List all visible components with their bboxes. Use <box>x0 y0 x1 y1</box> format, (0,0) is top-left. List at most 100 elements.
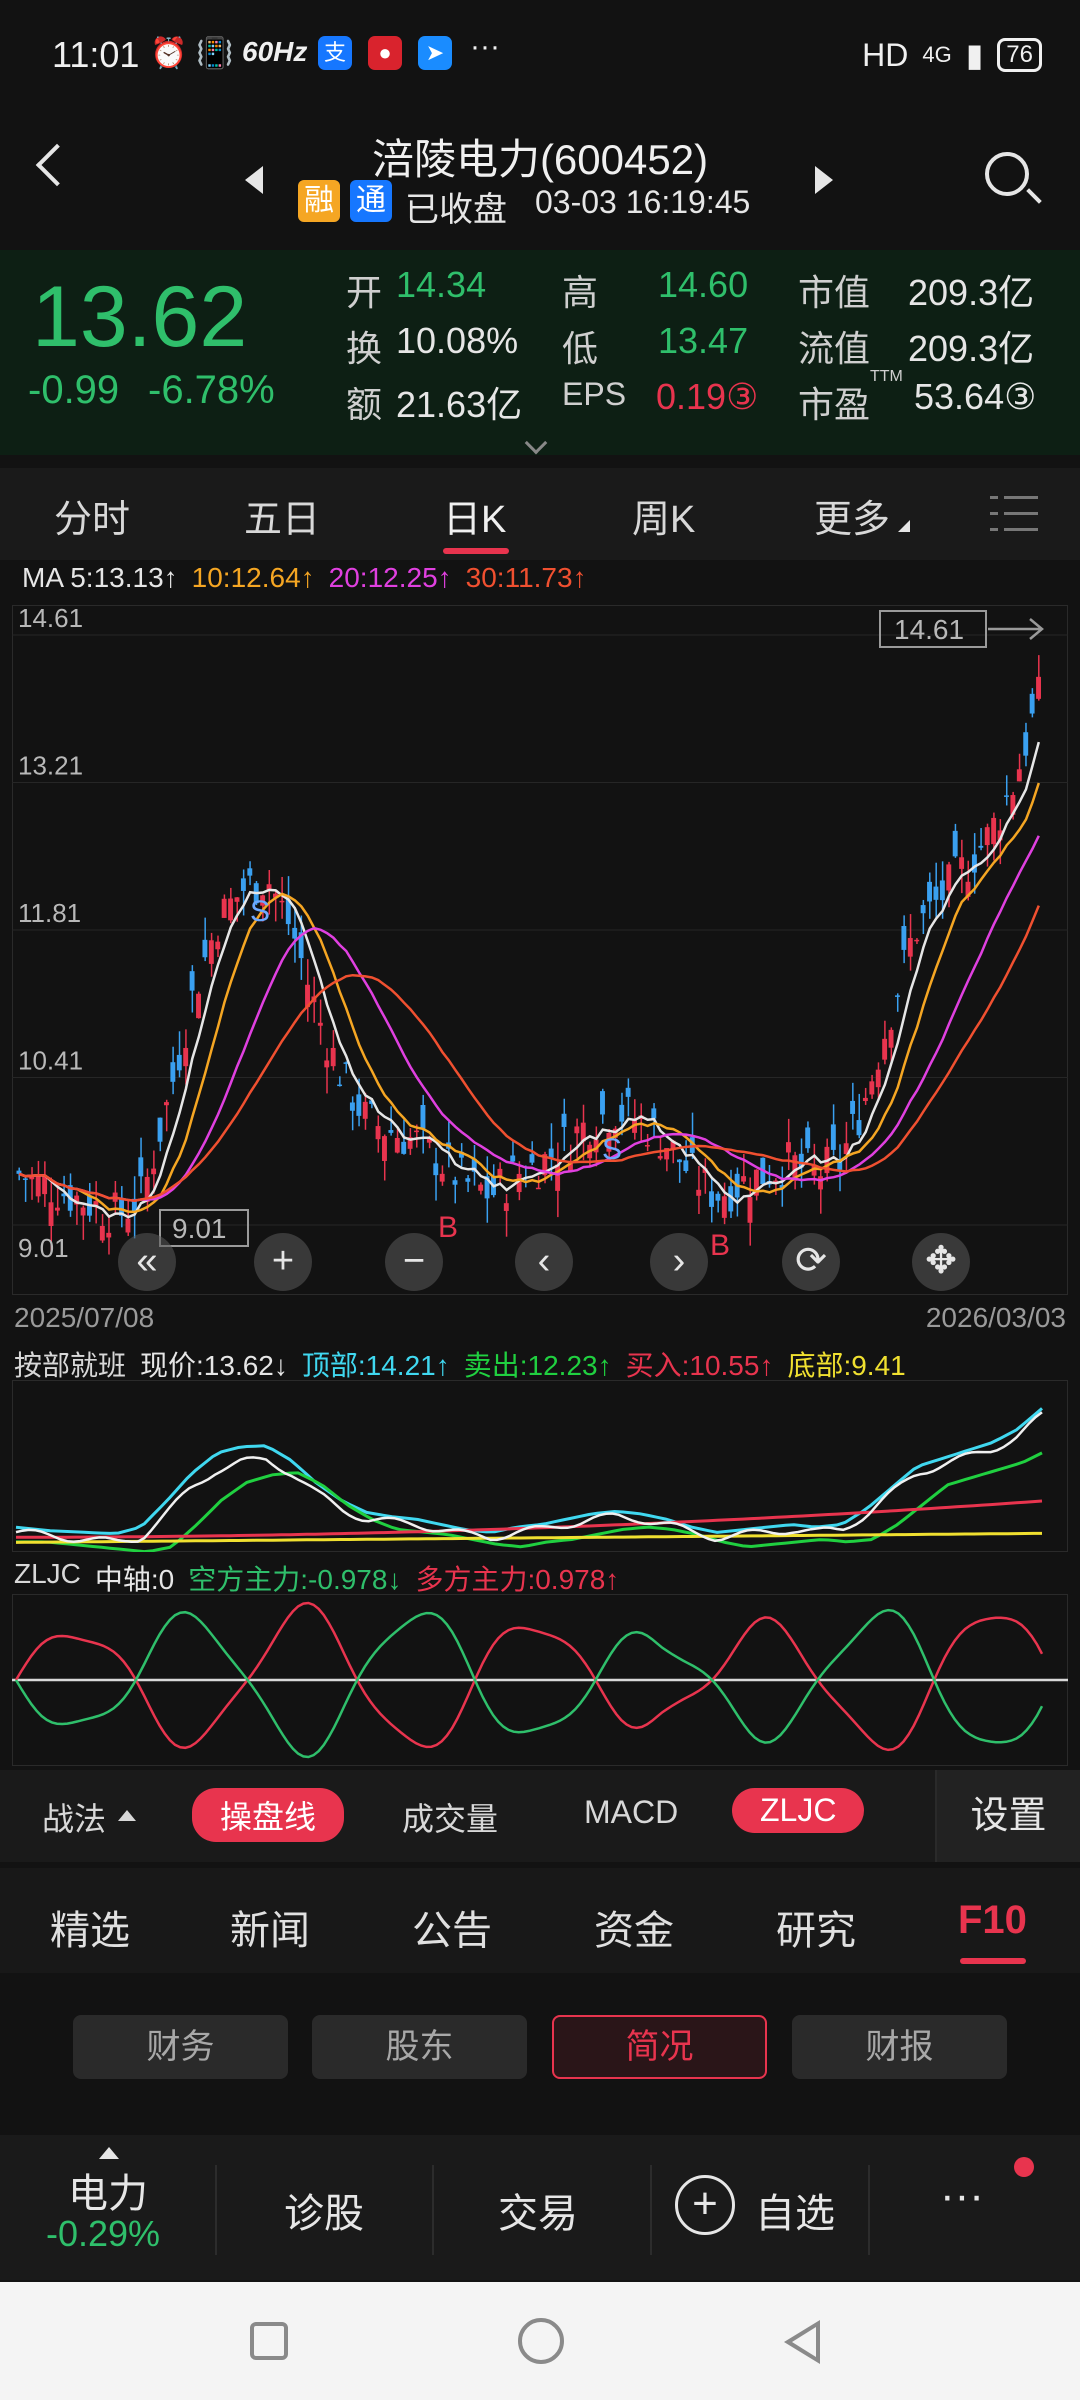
sector-name[interactable]: 电力 <box>68 2161 148 2219</box>
candle-body <box>978 845 984 848</box>
open-value: 14.34 <box>396 264 487 305</box>
more-button[interactable]: ··· <box>940 2171 984 2221</box>
search-icon[interactable] <box>985 152 1029 196</box>
float-value: 209.3亿 <box>908 328 1035 369</box>
trade-button[interactable]: 交易 <box>498 2181 578 2239</box>
home-icon[interactable] <box>518 2318 564 2364</box>
indicator2-legend: ZLJC 中轴:0 空方主力:-0.978↓ 多方主力:0.978↑ <box>14 1558 619 1598</box>
indicator1-chart[interactable] <box>12 1380 1068 1552</box>
back-icon[interactable] <box>35 143 79 187</box>
system-nav-bar <box>0 2282 1080 2400</box>
candle-body <box>157 1117 163 1142</box>
tab-daily-k[interactable]: 日K <box>443 488 506 543</box>
indicator2-chart[interactable] <box>12 1594 1068 1766</box>
candle-body <box>176 1054 182 1071</box>
candle-body <box>349 1102 355 1111</box>
system-back-icon[interactable] <box>784 2320 820 2364</box>
candle-body <box>433 1163 439 1176</box>
candle-body <box>202 939 208 958</box>
tab-funds[interactable]: 资金 <box>594 1898 674 1956</box>
candle-body <box>939 880 945 901</box>
candle-body <box>715 1193 721 1201</box>
rotate-icon[interactable]: ⟳ <box>782 1233 840 1291</box>
zoom-out-icon[interactable]: − <box>385 1233 443 1291</box>
signal-marker: S <box>602 1133 622 1166</box>
sector-change: -0.29% <box>46 2213 161 2254</box>
ma-legend: MA 5:13.13↑ 10:12.64↑ 20:12.25↑ 30:11.73… <box>22 562 587 594</box>
candle-body <box>850 1100 856 1114</box>
amount-value: 21.63亿 <box>396 384 523 425</box>
candle-body <box>356 1094 362 1116</box>
tab-featured[interactable]: 精选 <box>50 1898 130 1956</box>
signal-icon: 4G <box>922 42 952 67</box>
prev-stock-icon[interactable] <box>245 166 263 194</box>
candle-body <box>676 1159 682 1163</box>
kline-chart[interactable]: 14.61 13.21 11.81 10.41 9.01 14.61 9.01 S B S B <box>12 605 1068 1295</box>
tab-volume[interactable]: 成交量 <box>402 1794 498 1840</box>
candle-body <box>247 868 253 876</box>
signal-marker: B <box>710 1229 730 1262</box>
notification-dot <box>1014 2157 1034 2177</box>
candle-body <box>478 1184 484 1191</box>
candle-body <box>337 1084 343 1087</box>
scroll-left-icon[interactable]: ‹ <box>515 1233 573 1291</box>
settings-button[interactable]: 设置 <box>935 1770 1080 1862</box>
subtab-finance[interactable]: 财务 <box>73 2015 288 2079</box>
indicator2-name[interactable]: ZLJC <box>14 1558 81 1598</box>
candle-body <box>99 1225 105 1241</box>
tab-announcements[interactable]: 公告 <box>412 1898 492 1956</box>
expand-chevron-icon[interactable] <box>524 431 548 455</box>
active-tab-underline <box>443 548 509 554</box>
watchlist-button[interactable]: 自选 <box>755 2181 835 2239</box>
eps-value[interactable]: 0.19③ <box>656 376 758 418</box>
candle-body <box>221 898 227 918</box>
tab-zljc[interactable]: ZLJC <box>732 1788 865 1833</box>
bottom-nav: 电力 -0.29% 诊股 交易 + 自选 ··· <box>0 2135 1080 2280</box>
tab-research[interactable]: 研究 <box>776 1898 856 1956</box>
tab-more[interactable]: 更多 <box>814 488 890 543</box>
pe-value[interactable]: 53.64③ <box>914 376 1036 418</box>
status-time: 11:01 <box>52 34 140 75</box>
subtab-reports[interactable]: 财报 <box>792 2015 1007 2079</box>
indicator1-name[interactable]: 按部就班 <box>14 1344 126 1384</box>
fullscreen-icon[interactable]: ✥ <box>912 1233 970 1291</box>
candle-body <box>240 878 246 891</box>
tab-f10[interactable]: F10 <box>958 1898 1027 1943</box>
subtab-shareholders[interactable]: 股东 <box>312 2015 527 2079</box>
candle-body <box>933 886 939 900</box>
add-watchlist-icon[interactable]: + <box>675 2175 735 2235</box>
subtab-profile[interactable]: 简况 <box>552 2015 767 2079</box>
signal-bars-icon: ▮ <box>965 37 984 73</box>
next-stock-icon[interactable] <box>815 166 833 194</box>
open-label: 开 <box>346 272 383 313</box>
diagnose-button[interactable]: 诊股 <box>284 2181 364 2239</box>
low-label: 低 <box>562 328 599 369</box>
candle-body <box>529 1154 535 1163</box>
strategy-button[interactable]: 战法 <box>42 1794 106 1840</box>
tab-trade-line[interactable]: 操盘线 <box>192 1788 345 1842</box>
alarm-icon: ⏰ <box>150 37 188 70</box>
recent-apps-icon[interactable] <box>250 2322 288 2360</box>
last-price: 13.62 <box>32 269 248 365</box>
scroll-right-icon[interactable]: › <box>650 1233 708 1291</box>
tab-news[interactable]: 新闻 <box>230 1898 310 1956</box>
tab-intraday[interactable]: 分时 <box>54 488 130 543</box>
nav-separator <box>650 2165 652 2255</box>
y-tick-label: 11.81 <box>18 898 81 928</box>
pe-ttm-label: TTM <box>870 368 903 385</box>
candle-body <box>805 1127 811 1149</box>
tab-macd[interactable]: MACD <box>584 1794 678 1831</box>
menu-list-icon[interactable] <box>990 492 1038 534</box>
float-label: 流值 <box>798 328 871 369</box>
candle-body <box>324 1060 330 1068</box>
candle-body <box>991 817 997 845</box>
candle-body <box>1004 795 1009 797</box>
tab-five-day[interactable]: 五日 <box>244 488 320 543</box>
candle-body <box>625 1087 631 1097</box>
tab-weekly-k[interactable]: 周K <box>632 488 695 543</box>
zoom-in-icon[interactable]: + <box>254 1233 312 1291</box>
candle-body <box>106 1232 112 1238</box>
candle-body <box>574 1126 580 1134</box>
turnover-label: 换 <box>346 328 383 369</box>
fast-back-icon[interactable]: « <box>118 1233 176 1291</box>
